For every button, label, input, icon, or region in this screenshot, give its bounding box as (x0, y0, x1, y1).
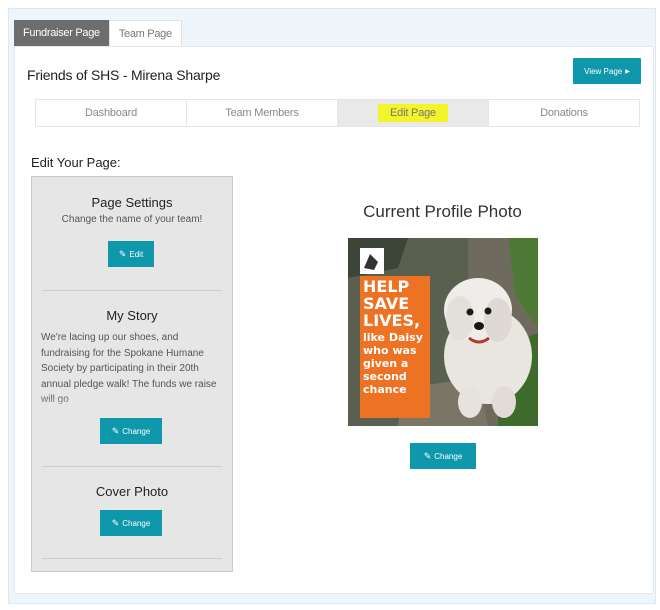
top-tab-bar: Fundraiser Page Team Page (14, 20, 182, 46)
view-page-button[interactable]: View Page ▶ (573, 58, 641, 84)
subnav-team-members[interactable]: Team Members (187, 100, 338, 126)
my-story-change-label: Change (122, 426, 151, 436)
tab-team-page[interactable]: Team Page (108, 20, 182, 46)
my-story-title: My Story (106, 308, 158, 323)
caret-right-icon: ▶ (625, 68, 630, 75)
story-fade (41, 396, 227, 412)
poster-line: given a (363, 357, 409, 370)
page-settings-subtitle: Change the name of your team! (61, 214, 203, 225)
page-settings-title: Page Settings (91, 195, 173, 210)
page-title: Friends of SHS - Mirena Sharpe (27, 67, 221, 83)
current-profile-photo-title: Current Profile Photo (363, 202, 522, 221)
subnav-dashboard[interactable]: Dashboard (36, 100, 187, 126)
poster-headline-line: HELP (363, 277, 410, 296)
cover-photo-title: Cover Photo (95, 484, 169, 499)
poster-headline-line: SAVE (363, 294, 410, 313)
page-settings-edit-label: Edit (129, 249, 144, 259)
my-story-section: My Story (32, 308, 232, 323)
tab-fundraiser-page[interactable]: Fundraiser Page (14, 20, 109, 46)
subnav-edit-page-label: Edit Page (378, 104, 448, 122)
edit-icon: ✎ (118, 248, 127, 259)
section-divider (42, 558, 222, 559)
page-settings-section: Page Settings Change the name of your te… (32, 195, 232, 225)
team-page-panel: Friends of SHS - Mirena Sharpe View Page… (14, 46, 654, 594)
cover-photo-change-label: Change (122, 518, 151, 528)
profile-photo-change-label: Change (434, 451, 463, 461)
section-divider (42, 290, 222, 291)
edit-sidebar: Page Settings Change the name of your te… (31, 176, 233, 572)
my-story-change-button[interactable]: ✎ Change (100, 418, 162, 444)
edit-icon: ✎ (111, 517, 120, 528)
edit-your-page-heading: Edit Your Page: (31, 155, 121, 170)
cover-photo-section: Cover Photo (32, 484, 232, 499)
poster-line: second (363, 370, 407, 383)
view-page-label: View Page (584, 66, 623, 76)
my-story-body: We're lacing up our shoes, and fundraisi… (41, 332, 217, 405)
subnav-donations[interactable]: Donations (489, 100, 639, 126)
poster-text: HELP SAVE LIVES, like Daisy who was give… (363, 278, 431, 396)
page-settings-edit-button[interactable]: ✎ Edit (108, 241, 154, 267)
cover-photo-change-button[interactable]: ✎ Change (100, 510, 162, 536)
section-divider (42, 466, 222, 467)
poster-headline-line: LIVES, (363, 311, 421, 330)
profile-photo-change-button[interactable]: ✎ Change (410, 443, 476, 469)
poster-line: like Daisy (363, 331, 423, 344)
poster-line: who was (363, 344, 417, 357)
sub-navigation: Dashboard Team Members Edit Page Donatio… (35, 99, 640, 127)
edit-icon: ✎ (111, 425, 120, 436)
profile-photo: HELP SAVE LIVES, like Daisy who was give… (348, 238, 538, 426)
my-story-text: We're lacing up our shoes, and fundraisi… (41, 330, 227, 412)
subnav-edit-page[interactable]: Edit Page (338, 100, 489, 126)
edit-icon: ✎ (423, 450, 432, 461)
poster-line: chance (363, 383, 407, 396)
